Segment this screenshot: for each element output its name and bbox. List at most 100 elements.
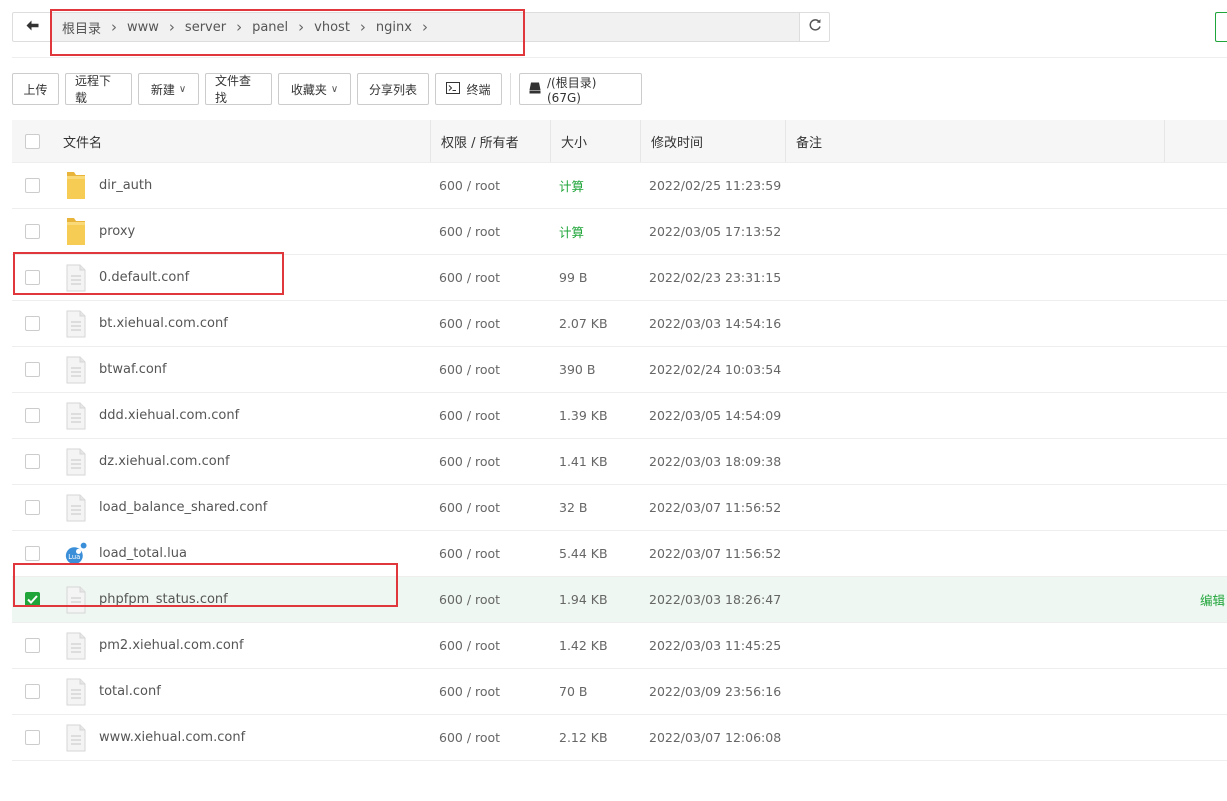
terminal-button[interactable]: 终端: [435, 73, 502, 105]
row-checkbox[interactable]: [25, 454, 40, 469]
right-edge-button[interactable]: [1215, 12, 1227, 42]
select-all-checkbox[interactable]: [25, 133, 40, 149]
table-row[interactable]: bt.xiehual.com.conf 600 / root 2.07 KB 2022…: [12, 301, 1227, 347]
modified-time-cell: 2022/02/24 10:03:54: [649, 362, 782, 377]
permission-cell[interactable]: 600 / root: [431, 730, 551, 745]
file-icon: [65, 723, 87, 753]
header-permission[interactable]: 权限 / 所有者: [431, 120, 551, 162]
row-checkbox[interactable]: [25, 178, 40, 193]
file-name-link[interactable]: ddd.xiehual.com.conf: [99, 408, 239, 423]
file-table: 文件名 权限 / 所有者 大小 修改时间 备注 dir_auth 600 / ro…: [12, 120, 1227, 761]
new-dropdown-button[interactable]: 新建 ∨: [138, 73, 199, 105]
file-name-link[interactable]: load_total.lua: [99, 546, 187, 561]
file-search-button[interactable]: 文件查找: [205, 73, 272, 105]
file-name-link[interactable]: pm2.xiehual.com.conf: [99, 638, 244, 653]
breadcrumb-item-label: vhost: [314, 19, 350, 35]
size-cell: 99 B: [559, 270, 588, 285]
file-name-link[interactable]: total.conf: [99, 684, 161, 699]
row-checkbox[interactable]: [25, 408, 40, 423]
file-name-link[interactable]: btwaf.conf: [99, 362, 167, 377]
table-row[interactable]: 0.default.conf 600 / root 99 B 2022/02/23 2…: [12, 255, 1227, 301]
size-cell: 32 B: [559, 500, 588, 515]
disk-button[interactable]: /(根目录) (67G): [519, 73, 642, 105]
remote-download-button[interactable]: 远程下载: [65, 73, 132, 105]
file-icon: [65, 677, 87, 707]
row-checkbox[interactable]: [25, 270, 40, 285]
permission-cell[interactable]: 600 / root: [431, 546, 551, 561]
table-row[interactable]: phpfpm_status.conf 600 / root 1.94 KB 2022/…: [12, 577, 1227, 623]
modified-time-cell: 2022/03/05 14:54:09: [649, 408, 782, 423]
table-row[interactable]: dir_auth 600 / root 计算 2022/02/25 11:23:59: [12, 163, 1227, 209]
header-note: 备注: [796, 135, 823, 151]
file-name-link[interactable]: bt.xiehual.com.conf: [99, 316, 228, 331]
chevron-right-icon: ›: [421, 18, 428, 36]
file-search-label: 文件查找: [215, 74, 252, 105]
arrow-left-icon: [26, 20, 39, 35]
chevron-right-icon: ›: [359, 18, 366, 36]
modified-time-cell: 2022/03/03 18:09:38: [649, 454, 782, 469]
permission-cell[interactable]: 600 / root: [431, 178, 551, 193]
permission-cell[interactable]: 600 / root: [431, 684, 551, 699]
row-checkbox[interactable]: [25, 592, 40, 607]
row-checkbox[interactable]: [25, 638, 40, 653]
breadcrumb-item[interactable]: vhost ›: [308, 18, 370, 36]
row-checkbox[interactable]: [25, 730, 40, 745]
breadcrumb-item[interactable]: server ›: [179, 18, 246, 36]
size-cell[interactable]: 计算: [551, 222, 641, 241]
row-checkbox[interactable]: [25, 500, 40, 515]
favorites-label: 收藏夹: [290, 82, 327, 97]
header-size[interactable]: 大小: [551, 120, 641, 162]
table-row[interactable]: ddd.xiehual.com.conf 600 / root 1.39 KB 202…: [12, 393, 1227, 439]
chevron-right-icon: ›: [168, 18, 175, 36]
permission-cell[interactable]: 600 / root: [431, 408, 551, 423]
table-row[interactable]: www.xiehual.com.conf 600 / root 2.12 KB 202…: [12, 715, 1227, 761]
terminal-label: 终端: [466, 82, 491, 97]
row-checkbox[interactable]: [25, 362, 40, 377]
header-modified-time[interactable]: 修改时间: [641, 120, 786, 162]
chevron-right-icon: ›: [111, 18, 118, 36]
breadcrumb-item[interactable]: 根目录 ›: [56, 18, 121, 37]
file-name-link[interactable]: dz.xiehual.com.conf: [99, 454, 230, 469]
table-row[interactable]: total.conf 600 / root 70 B 2022/03/09 23:56…: [12, 669, 1227, 715]
size-cell[interactable]: 计算: [551, 176, 641, 195]
modified-time-cell: 2022/03/09 23:56:16: [649, 684, 782, 699]
breadcrumb-item[interactable]: www ›: [121, 18, 179, 36]
file-name-link[interactable]: phpfpm_status.conf: [99, 592, 228, 607]
favorites-dropdown-button[interactable]: 收藏夹 ∨: [278, 73, 351, 105]
permission-cell[interactable]: 600 / root: [431, 638, 551, 653]
permission-cell[interactable]: 600 / root: [431, 454, 551, 469]
table-row[interactable]: btwaf.conf 600 / root 390 B 2022/02/24 10:0…: [12, 347, 1227, 393]
size-cell: 5.44 KB: [559, 546, 608, 561]
table-row[interactable]: dz.xiehual.com.conf 600 / root 1.41 KB 2022…: [12, 439, 1227, 485]
permission-cell[interactable]: 600 / root: [431, 500, 551, 515]
permission-cell[interactable]: 600 / root: [431, 362, 551, 377]
table-row[interactable]: pm2.xiehual.com.conf 600 / root 1.42 KB 202…: [12, 623, 1227, 669]
permission-cell[interactable]: 600 / root: [431, 270, 551, 285]
file-name-link[interactable]: proxy: [99, 224, 135, 239]
file-name-link[interactable]: load_balance_shared.conf: [99, 500, 267, 515]
breadcrumb: 根目录 › www › server › panel › vhost › nginx ›: [50, 12, 805, 42]
row-checkbox[interactable]: [25, 316, 40, 331]
breadcrumb-item-label: panel: [252, 19, 289, 35]
back-button[interactable]: [12, 12, 52, 42]
row-checkbox[interactable]: [25, 684, 40, 699]
refresh-button[interactable]: [799, 12, 830, 42]
share-list-button[interactable]: 分享列表: [357, 73, 429, 105]
table-row[interactable]: load_balance_shared.conf 600 / root 32 B 20…: [12, 485, 1227, 531]
breadcrumb-item[interactable]: nginx ›: [370, 18, 432, 36]
row-checkbox[interactable]: [25, 546, 40, 561]
file-name-link[interactable]: www.xiehual.com.conf: [99, 730, 245, 745]
header-filename[interactable]: 文件名: [53, 120, 431, 162]
permission-cell[interactable]: 600 / root: [431, 224, 551, 239]
upload-button[interactable]: 上传: [12, 73, 59, 105]
permission-cell[interactable]: 600 / root: [431, 316, 551, 331]
edit-link[interactable]: 编辑: [1200, 590, 1225, 609]
permission-cell[interactable]: 600 / root: [431, 592, 551, 607]
table-row[interactable]: proxy 600 / root 计算 2022/03/05 17:13:52: [12, 209, 1227, 255]
file-name-link[interactable]: dir_auth: [99, 178, 152, 193]
size-cell: 70 B: [559, 684, 588, 699]
breadcrumb-item[interactable]: panel ›: [246, 18, 308, 36]
file-name-link[interactable]: 0.default.conf: [99, 270, 189, 285]
row-checkbox[interactable]: [25, 224, 40, 239]
table-row[interactable]: Lua load_total.lua 600 / root 5.44 KB 2022/0…: [12, 531, 1227, 577]
